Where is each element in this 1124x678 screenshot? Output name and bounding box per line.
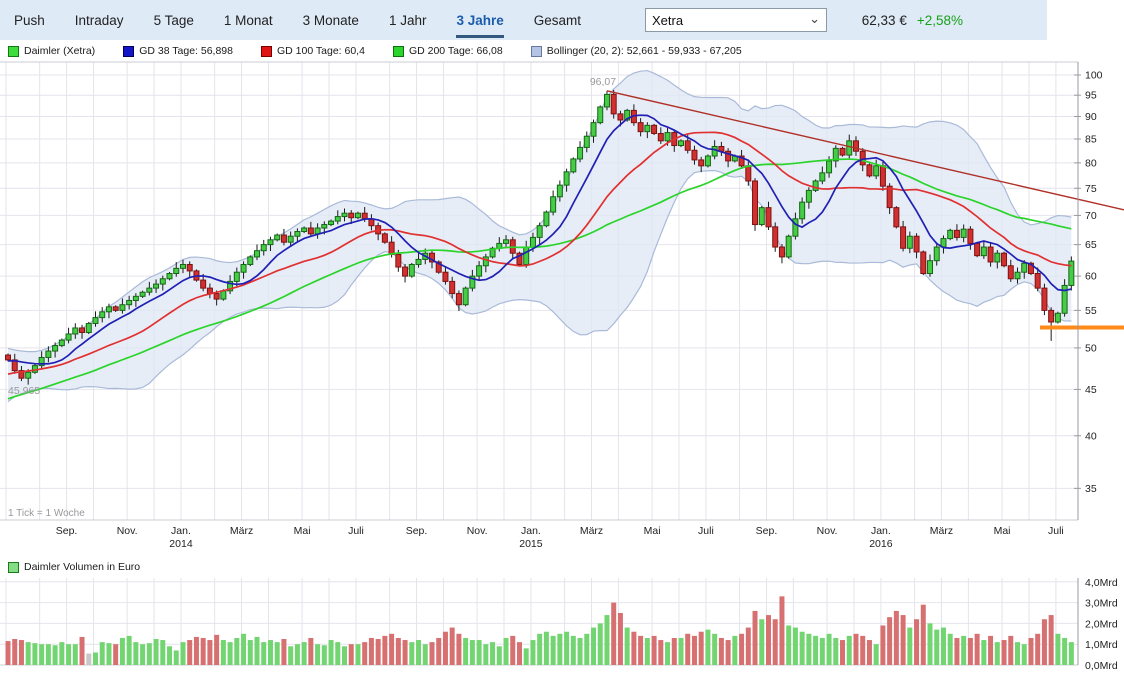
volume-axis: 4,0Mrd 3,0Mrd 2,0Mrd 1,0Mrd 0,0Mrd [1085,577,1118,672]
x-axis-labels: Sep.Nov.Jan.2014MärzMaiJuliSep.Nov.Jan.2… [56,525,1064,550]
svg-text:75: 75 [1085,183,1097,195]
svg-text:45: 45 [1085,384,1097,396]
svg-text:2014: 2014 [169,538,193,550]
svg-text:2,0Mrd: 2,0Mrd [1085,618,1118,630]
tick-note: 1 Tick = 1 Woche [8,508,85,519]
svg-text:Jan.: Jan. [171,525,191,537]
svg-text:55: 55 [1085,305,1097,317]
svg-text:85: 85 [1085,133,1097,145]
svg-text:Mai: Mai [644,525,661,537]
svg-text:3,0Mrd: 3,0Mrd [1085,598,1118,610]
svg-text:0,0Mrd: 0,0Mrd [1085,660,1118,672]
period-low-label: 45,965 [8,385,40,397]
svg-text:80: 80 [1085,157,1097,169]
svg-text:95: 95 [1085,90,1097,102]
svg-text:März: März [580,525,603,537]
svg-text:Sep.: Sep. [406,525,428,537]
svg-text:65: 65 [1085,239,1097,251]
svg-text:1,0Mrd: 1,0Mrd [1085,639,1118,651]
chart-widget: Push Intraday 5 Tage 1 Monat 3 Monate 1 … [0,0,1124,678]
svg-text:Jan.: Jan. [871,525,891,537]
svg-text:Mai: Mai [994,525,1011,537]
svg-text:60: 60 [1085,271,1097,283]
svg-text:Juli: Juli [1048,525,1064,537]
svg-text:Nov.: Nov. [817,525,838,537]
svg-text:März: März [230,525,253,537]
svg-text:2015: 2015 [519,538,543,550]
svg-text:50: 50 [1085,342,1097,354]
svg-text:Nov.: Nov. [467,525,488,537]
svg-text:Mai: Mai [294,525,311,537]
svg-text:März: März [930,525,953,537]
svg-text:100: 100 [1085,70,1103,82]
svg-text:70: 70 [1085,210,1097,222]
svg-text:90: 90 [1085,111,1097,123]
svg-text:4,0Mrd: 4,0Mrd [1085,577,1118,589]
volume-bars [6,596,1074,665]
period-high-label: 96,07 [590,76,616,88]
svg-text:Juli: Juli [698,525,714,537]
svg-text:Juli: Juli [348,525,364,537]
price-and-volume-chart: 100 95 90 85 80 75 70 65 60 55 50 45 40 35 Sep. Nov. Jan… [0,0,1124,678]
svg-text:35: 35 [1085,483,1097,495]
svg-text:Jan.: Jan. [521,525,541,537]
svg-text:Sep.: Sep. [756,525,778,537]
svg-text:2016: 2016 [869,538,893,550]
svg-text:Sep.: Sep. [56,525,78,537]
svg-text:Nov.: Nov. [117,525,138,537]
svg-text:40: 40 [1085,430,1097,442]
price-axis: 100 95 90 85 80 75 70 65 60 55 50 45 40 35 [1074,62,1103,665]
